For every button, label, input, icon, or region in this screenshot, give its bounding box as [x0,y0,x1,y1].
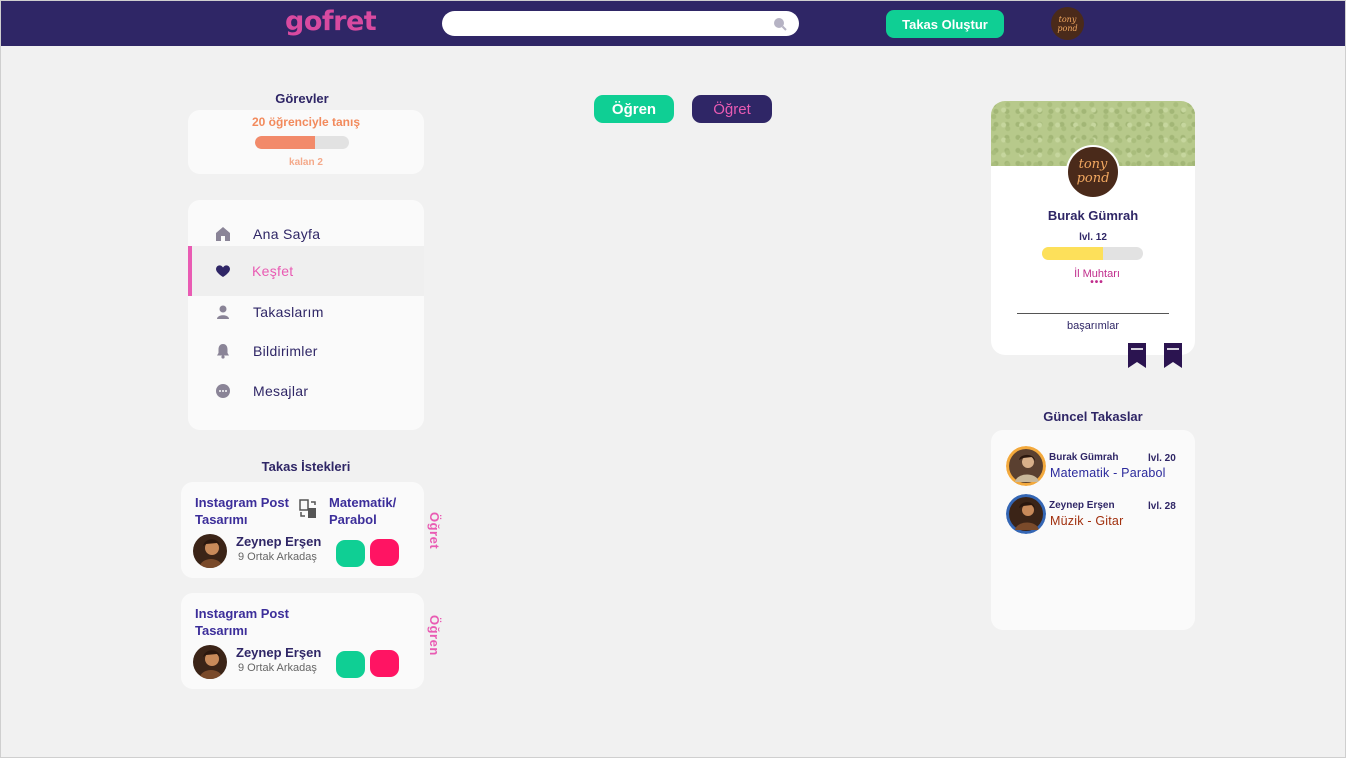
profile-progress-bar [1042,247,1143,260]
heart-icon [216,265,230,277]
swap-user-level: lvl. 20 [1148,453,1176,464]
request-type-label: Öğret [427,512,442,550]
side-nav: Ana Sayfa Keşfet Takaslarım Bildirimler … [188,200,424,430]
swap-user-level: lvl. 28 [1148,501,1176,512]
request-user-name[interactable]: Zeynep Erşen [236,534,321,549]
request-type-label: Öğren [427,615,442,656]
avatar[interactable] [1006,494,1046,534]
home-icon [216,227,230,241]
task-name: 20 öğrenciyle tanış [251,115,361,129]
avatar[interactable] [193,534,227,568]
logo[interactable]: gofret [285,6,377,37]
tab-teach[interactable]: Öğret [692,95,772,123]
swap-skill: Müzik - Gitar [1050,514,1124,528]
swap-icon [299,499,316,518]
request-title: Instagram Post Tasarımı [195,495,289,527]
tab-learn[interactable]: Öğren [594,95,674,123]
task-progress-fill [255,136,316,149]
accept-button[interactable] [336,651,365,678]
avatar[interactable] [1006,446,1046,486]
list-item[interactable]: Zeynep Erşen lvl. 28 Müzik - Gitar [991,494,1195,538]
achievements-label[interactable]: başarımlar [991,320,1195,332]
mutual-friends: 9 Ortak Arkadaş [238,662,317,674]
profile-progress-fill [1042,247,1103,260]
profile-card: tony pond Burak Gümrah lvl. 12 İl Muhtar… [991,101,1195,355]
swap-skill: Matematik - Parabol [1050,466,1166,480]
current-swaps-card: Burak Gümrah lvl. 20 Matematik - Parabol… [991,430,1195,630]
more-dots[interactable]: ••• [991,277,1195,288]
request-card: Instagram Post Tasarımı Zeynep Erşen 9 O… [181,593,442,689]
top-bar: gofret Takas Oluştur tony pond [1,1,1345,46]
profile-name: Burak Gümrah [1047,208,1139,223]
create-swap-button[interactable]: Takas Oluştur [886,10,1004,38]
reject-button[interactable] [370,539,399,566]
request-title: Instagram Post Tasarımı [195,606,289,638]
avatar[interactable] [193,645,227,679]
bookmark-badge-icon[interactable] [1163,342,1183,369]
nav-item-explore[interactable]: Keşfet [188,246,424,296]
task-remaining: kalan 2 [289,157,323,168]
nav-item-notifications[interactable]: Bildirimler [188,331,424,371]
request-user-name[interactable]: Zeynep Erşen [236,645,321,660]
nav-label-swaps: Takaslarım [253,304,324,320]
user-icon [217,305,229,319]
task-progress-bar [255,136,349,149]
nav-label-notifications: Bildirimler [253,343,318,359]
nav-item-messages[interactable]: Mesajlar [188,371,424,411]
requests-title: Takas İstekleri [261,459,351,474]
divider [1017,313,1169,314]
accept-button[interactable] [336,540,365,567]
tasks-card: 20 öğrenciyle tanış kalan 2 [188,110,424,174]
chat-icon [216,384,230,398]
nav-item-swaps[interactable]: Takaslarım [188,292,424,332]
current-swaps-title: Güncel Takaslar [1043,409,1143,424]
request-skill: Matematik/ Parabol [329,495,397,527]
profile-avatar[interactable]: tony pond [1066,145,1120,199]
swap-user-name: Burak Gümrah [1049,452,1119,463]
search-input[interactable] [442,11,799,36]
request-card: Instagram Post Tasarımı Matematik/ Parab… [181,482,442,578]
tasks-title: Görevler [275,91,329,106]
bell-icon [217,344,229,359]
swap-user-name: Zeynep Erşen [1049,500,1115,511]
avatar[interactable]: tony pond [1051,7,1084,40]
mutual-friends: 9 Ortak Arkadaş [238,551,317,563]
nav-label-explore: Keşfet [252,263,294,279]
search-icon[interactable] [772,16,788,32]
bookmark-badge-icon[interactable] [1127,342,1147,369]
list-item[interactable]: Burak Gümrah lvl. 20 Matematik - Parabol [991,446,1195,490]
nav-label-messages: Mesajlar [253,383,309,399]
nav-label-home: Ana Sayfa [253,226,321,242]
profile-level: lvl. 12 [1079,232,1107,243]
reject-button[interactable] [370,650,399,677]
